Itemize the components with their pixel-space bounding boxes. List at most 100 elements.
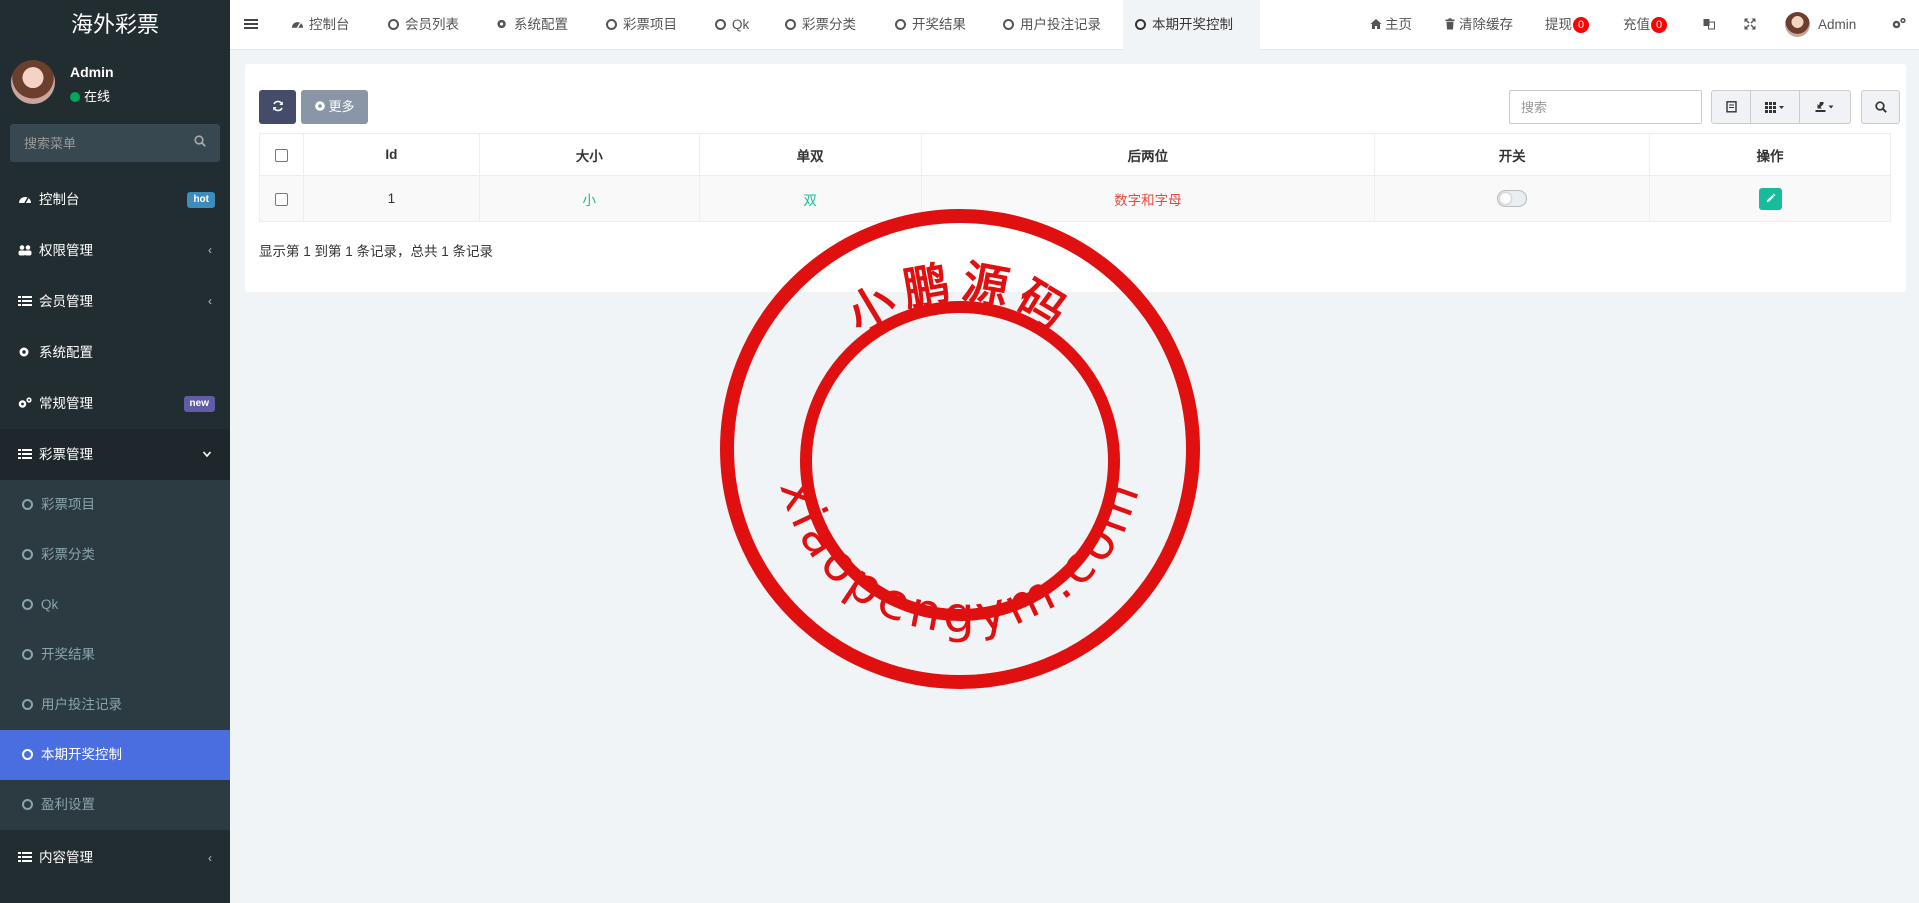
circle-icon: [22, 749, 33, 760]
sidebar-item-label: 常规管理: [39, 396, 93, 411]
menu-search-input[interactable]: [10, 124, 220, 162]
sidebar-subitem-label: 盈利设置: [41, 797, 95, 812]
settings-button[interactable]: [1892, 0, 1909, 50]
circle-icon: [1003, 19, 1014, 30]
refresh-button[interactable]: [259, 90, 296, 124]
advanced-search-button[interactable]: [1861, 90, 1900, 124]
tab-member-list[interactable]: 会员列表: [376, 0, 471, 50]
list-icon: [18, 852, 32, 862]
circle-icon: [22, 599, 33, 610]
select-all-checkbox[interactable]: [274, 148, 288, 162]
tab-system-config[interactable]: 系统配置: [484, 0, 580, 50]
cell-switch: [1374, 175, 1651, 222]
users-icon: [18, 245, 32, 256]
hot-badge: hot: [187, 192, 215, 208]
refresh-icon: [272, 100, 283, 112]
pagination-info: 显示第 1 到第 1 条记录，总共 1 条记录: [259, 244, 494, 259]
export-button[interactable]: [1799, 90, 1851, 124]
brand-logo[interactable]: 海外彩票: [0, 0, 230, 50]
sidebar-item-lottery[interactable]: 彩票管理: [0, 429, 230, 480]
table-search-input[interactable]: [1509, 90, 1702, 124]
circle-icon: [22, 799, 33, 810]
withdraw-label: 提现: [1545, 17, 1572, 32]
list-icon: [18, 449, 32, 459]
clear-cache-button[interactable]: 清除缓存: [1444, 0, 1513, 50]
column-header-size[interactable]: 大小: [478, 133, 700, 176]
row-checkbox[interactable]: [274, 192, 288, 206]
cell-size: 小: [478, 175, 700, 222]
sidebar-subitem-qk[interactable]: Qk: [0, 580, 230, 630]
tab-draw-control[interactable]: 本期开奖控制: [1123, 0, 1260, 50]
search-icon[interactable]: [194, 135, 206, 147]
sidebar-subitem-profit-settings[interactable]: 盈利设置: [0, 780, 230, 830]
column-header-actions: 操作: [1649, 133, 1891, 176]
tab-label: 用户投注记录: [1020, 17, 1101, 32]
tab-draw-results[interactable]: 开奖结果: [883, 0, 978, 50]
column-header-last-two[interactable]: 后两位: [920, 133, 1376, 176]
tab-dashboard[interactable]: 控制台: [279, 0, 362, 50]
circle-icon: [606, 19, 617, 30]
sidebar-item-content[interactable]: 内容管理 ‹: [0, 830, 230, 886]
sidebar-item-dashboard[interactable]: 控制台 hot: [0, 174, 230, 225]
language-button[interactable]: [1703, 0, 1718, 50]
tab-qk[interactable]: Qk: [703, 0, 761, 50]
cell-parity: 双: [698, 175, 922, 222]
tab-lottery-categories[interactable]: 彩票分类: [773, 0, 868, 50]
tab-label: 开奖结果: [912, 17, 966, 32]
avatar: [11, 60, 55, 104]
circle-icon: [388, 19, 399, 30]
sidebar-item-general[interactable]: 常规管理 new: [0, 378, 230, 429]
columns-button[interactable]: [1750, 90, 1800, 124]
toggle-view-button[interactable]: [1711, 90, 1751, 124]
home-link[interactable]: 主页: [1370, 0, 1412, 50]
column-header-parity[interactable]: 单双: [698, 133, 922, 176]
sidebar-item-label: 系统配置: [39, 345, 93, 360]
circle-icon: [22, 499, 33, 510]
recharge-count-badge: 0: [1651, 17, 1667, 33]
column-header-id[interactable]: Id: [302, 133, 480, 176]
sidebar-item-label: 控制台: [39, 192, 80, 207]
gears-icon: [18, 397, 32, 408]
sidebar-item-label: 彩票管理: [39, 447, 93, 462]
tab-label: 彩票项目: [623, 17, 677, 32]
top-navbar: 控制台 会员列表 系统配置 彩票项目 Qk 彩票分类 开奖结果 用户投注记录 本…: [230, 0, 1919, 50]
edit-button[interactable]: [1758, 187, 1782, 210]
dashboard-icon: [291, 22, 304, 29]
user-menu[interactable]: Admin: [1785, 0, 1856, 50]
sidebar-subitem-bet-records[interactable]: 用户投注记录: [0, 680, 230, 730]
withdraw-count-badge: 0: [1573, 17, 1589, 33]
tab-bet-records[interactable]: 用户投注记录: [991, 0, 1113, 50]
home-label: 主页: [1385, 17, 1412, 32]
select-all-cell: [259, 133, 304, 176]
lottery-submenu: 彩票项目 彩票分类 Qk 开奖结果 用户投注记录 本期开奖控制 盈利设置: [0, 480, 230, 830]
circle-icon: [22, 649, 33, 660]
sidebar-item-members[interactable]: 会员管理 ‹: [0, 276, 230, 327]
sidebar-item-label: 内容管理: [39, 850, 93, 865]
sidebar-subitem-label: 用户投注记录: [41, 697, 122, 712]
sidebar-item-permissions[interactable]: 权限管理 ‹: [0, 225, 230, 276]
new-badge: new: [183, 396, 215, 412]
recharge-link[interactable]: 充值 0: [1623, 0, 1667, 50]
withdraw-link[interactable]: 提现 0: [1545, 0, 1589, 50]
menu-search: [10, 124, 220, 162]
fullscreen-button[interactable]: [1744, 0, 1759, 50]
tab-label: 彩票分类: [802, 17, 856, 32]
sidebar-subitem-draw-results[interactable]: 开奖结果: [0, 630, 230, 680]
chevron-left-icon: ‹: [208, 851, 212, 865]
column-header-switch[interactable]: 开关: [1374, 133, 1651, 176]
menu-toggle-icon[interactable]: [244, 18, 258, 30]
tab-label: 系统配置: [514, 17, 568, 32]
sidebar-item-label: 权限管理: [39, 243, 93, 258]
tab-lottery-items[interactable]: 彩票项目: [594, 0, 689, 50]
sidebar-subitem-draw-control[interactable]: 本期开奖控制: [0, 730, 230, 780]
switch-toggle[interactable]: [1497, 190, 1528, 207]
sidebar-subitem-lottery-items[interactable]: 彩票项目: [0, 480, 230, 530]
sidebar-subitem-lottery-categories[interactable]: 彩票分类: [0, 530, 230, 580]
sidebar-subitem-label: 彩票项目: [41, 497, 95, 512]
more-button[interactable]: 更多: [301, 90, 368, 124]
circle-icon: [1135, 19, 1146, 30]
card-view-icon: [1726, 101, 1737, 113]
circle-icon: [715, 19, 726, 30]
home-icon: [1370, 19, 1382, 29]
sidebar-item-system-config[interactable]: 系统配置: [0, 327, 230, 378]
